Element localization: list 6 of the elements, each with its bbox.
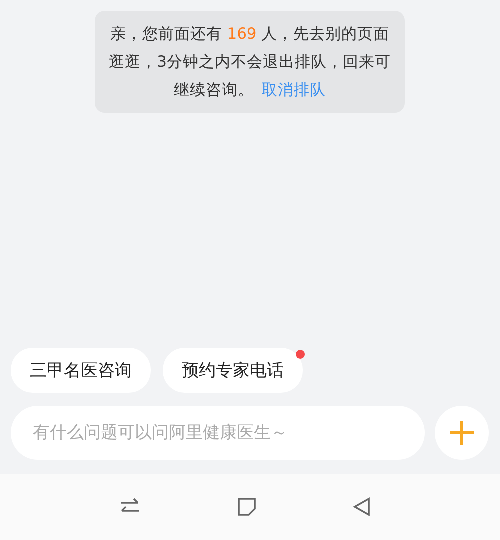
quick-reply-chip[interactable]: 三甲名医咨询 [11, 348, 151, 393]
back-triangle-icon[interactable] [353, 497, 371, 517]
quick-reply-chip[interactable]: 预约专家电话 [163, 348, 303, 393]
queue-notice: 亲，您前面还有 169 人，先去别的页面逛逛，3分钟之内不会退出排队，回来可继续咨询。 取消排队 [95, 11, 405, 113]
plus-icon [449, 420, 475, 446]
message-input[interactable]: 有什么问题可以问阿里健康医生～ [11, 406, 425, 460]
